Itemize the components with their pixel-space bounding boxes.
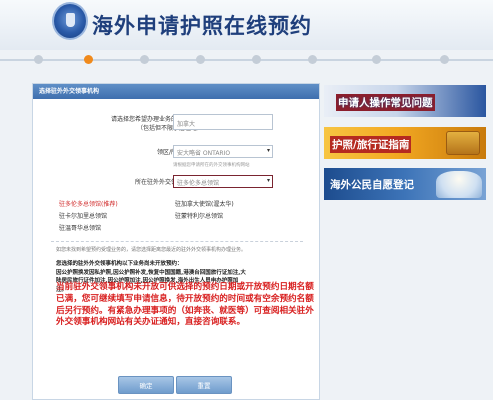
post-select[interactable]: 驻多伦多总领馆 ▾ <box>173 175 273 188</box>
faq-banner[interactable]: 申请人操作常见问题 <box>324 85 486 117</box>
step-dot <box>440 55 449 64</box>
panel-heading: 选择驻外外交领事机构 <box>33 84 319 99</box>
confirm-button[interactable]: 确定 <box>118 376 174 394</box>
chevron-down-icon: ▾ <box>266 147 270 154</box>
notice-line: 因公护照换发因私护照,因公护照补发,恢复中国国籍,港澳台回国旅行证加注,大 <box>56 269 246 276</box>
citizen-registration-banner-label: 海外公民自愿登记 <box>330 179 414 191</box>
site-header: 海外申请护照在线预约 <box>0 0 493 50</box>
step-dot <box>372 55 381 64</box>
post-option-vancouver[interactable]: 驻温哥华总领馆 <box>59 223 101 232</box>
district-select[interactable]: 安大略省 ONTARIO ▾ <box>173 145 273 158</box>
progress-steps <box>0 52 493 68</box>
post-option-ottawa[interactable]: 驻加拿大使馆(渥太华) <box>175 199 234 208</box>
step-dot-active <box>84 55 93 64</box>
passport-book-icon <box>446 131 480 155</box>
passport-guide-banner-label: 护照/旅行证指南 <box>330 136 412 153</box>
passport-guide-banner[interactable]: 护照/旅行证指南 <box>324 127 486 159</box>
faq-banner-label: 申请人操作常见问题 <box>336 94 435 111</box>
post-select-value: 驻多伦多总领馆 <box>177 180 220 187</box>
nearest-post-note: 如您未找到希望预约受理业务的，请您选择距离您最近的驻外外交领事机构办理业务。 <box>56 247 247 253</box>
temple-of-heaven-icon <box>436 171 482 198</box>
step-dot <box>252 55 261 64</box>
consulate-selection-panel: 选择驻外外交领事机构 请选择您希望办理业务的国家/地区 （包括但不限于居住地） … <box>32 83 320 400</box>
post-option-toronto[interactable]: 驻多伦多总领馆(推荐) <box>59 199 118 208</box>
citizen-registration-banner[interactable]: 海外公民自愿登记 <box>324 168 486 200</box>
progress-line <box>0 59 493 61</box>
chevron-down-icon: ▾ <box>266 177 270 184</box>
step-dot <box>34 55 43 64</box>
step-dot <box>308 55 317 64</box>
post-option-calgary[interactable]: 驻卡尔加里总领馆 <box>59 211 107 220</box>
district-hint: 请根据您申请所在的外交领事机构网站 <box>173 163 250 168</box>
notice-line: 您选择的驻外外交领事机构以下业务尚未开放预约： <box>56 261 183 267</box>
post-option-montreal[interactable]: 驻蒙特利尔总领馆 <box>175 211 223 220</box>
step-dot <box>140 55 149 64</box>
district-select-value: 安大略省 ONTARIO <box>177 150 231 157</box>
national-emblem-logo <box>52 2 88 40</box>
divider <box>51 241 303 242</box>
site-title: 海外申请护照在线预约 <box>92 14 312 38</box>
country-input[interactable]: 加拿大 <box>173 114 273 130</box>
step-dot <box>196 55 205 64</box>
reset-button[interactable]: 重置 <box>176 376 232 394</box>
availability-warning: 当前驻外交领事机构未开放可供选择的预约日期或开放预约日期名额已满，您可继续填写申… <box>56 282 314 328</box>
